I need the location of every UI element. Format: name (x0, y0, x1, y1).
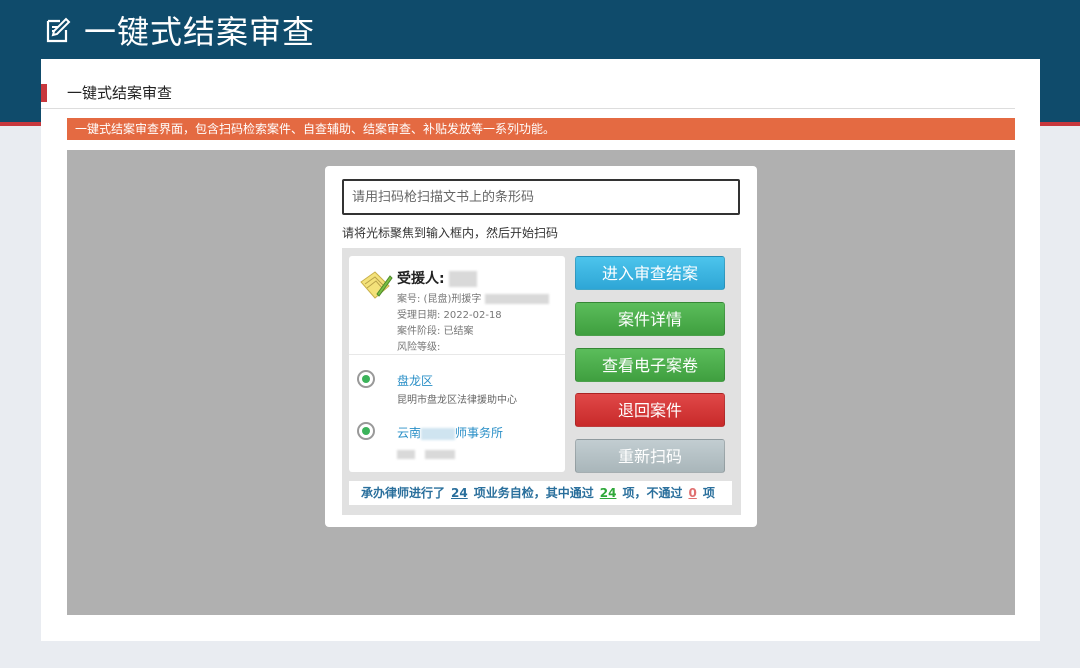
recipient-row: 受援人: (397, 268, 478, 288)
risk-level: 风险等级: (397, 342, 441, 353)
org-radio-1[interactable] (357, 370, 375, 388)
enter-review-button[interactable]: 进入审查结案 (575, 256, 725, 290)
main-panel: 一键式结案审查 一键式结案审查界面，包含扫码检索案件、自查辅助、结案审查、补贴发… (41, 59, 1040, 641)
case-card: 受援人: 案号: (昆盘)刑援字 受理日期: 2022-02-18 案件阶段: … (349, 256, 565, 472)
view-archive-button[interactable]: 查看电子案卷 (575, 348, 725, 382)
return-case-button[interactable]: 退回案件 (575, 393, 725, 427)
org-name-2-suffix: 师事务所 (455, 426, 504, 440)
section-header: 一键式结案审查 (41, 83, 1015, 109)
org-name-2: 云南 师事务所 (397, 424, 503, 441)
notepad-icon (360, 271, 393, 299)
org-name-2-redacted (421, 427, 456, 440)
org-sub-1: 昆明市盘龙区法律援助中心 (397, 395, 517, 406)
notice-banner: 一键式结案审查界面，包含扫码检索案件、自查辅助、结案审查、补贴发放等一系列功能。 (67, 118, 1015, 140)
barcode-input[interactable] (342, 179, 740, 215)
summary-failed[interactable]: 0 (688, 486, 696, 500)
modal-overlay: 请将光标聚焦到输入框内，然后开始扫码 受援人: 案号: (昆盘)刑援字 (67, 150, 1015, 615)
summary-mid: 项业务自检，其中通过 (473, 486, 594, 500)
org-radio-2[interactable] (357, 422, 375, 440)
scan-dialog: 请将光标聚焦到输入框内，然后开始扫码 受援人: 案号: (昆盘)刑援字 (325, 166, 757, 527)
card-divider (349, 354, 565, 355)
edit-note-icon (46, 17, 71, 43)
accept-date: 受理日期: 2022-02-18 (397, 310, 502, 321)
summary-prefix: 承办律师进行了 (361, 486, 446, 500)
summary-mid2: 项，不通过 (622, 486, 683, 500)
recipient-label: 受援人: (397, 271, 445, 287)
app-title-text: 一键式结案审查 (84, 13, 316, 51)
case-number-row: 案号: (昆盘)刑援字 (397, 290, 549, 305)
summary-suffix: 项 (702, 486, 715, 500)
case-panel: 受援人: 案号: (昆盘)刑援字 受理日期: 2022-02-18 案件阶段: … (342, 248, 741, 515)
org-name-1: 盘龙区 (397, 374, 434, 388)
section-marker (41, 84, 47, 102)
self-check-summary: 承办律师进行了 24 项业务自检，其中通过 24 项，不通过 0 项 (349, 481, 732, 505)
section-title: 一键式结案审查 (67, 84, 173, 102)
rescan-button[interactable]: 重新扫码 (575, 439, 725, 473)
case-stage: 案件阶段: 已结案 (397, 326, 474, 337)
summary-passed[interactable]: 24 (600, 486, 617, 500)
scan-hint: 请将光标聚焦到输入框内，然后开始扫码 (342, 226, 559, 240)
app-title: 一键式结案审查 (44, 8, 315, 52)
summary-total[interactable]: 24 (451, 486, 468, 500)
case-number-redacted (484, 294, 549, 304)
recipient-name-redacted (449, 271, 478, 287)
case-detail-button[interactable]: 案件详情 (575, 302, 725, 336)
org-name-2-prefix: 云南 (397, 426, 422, 440)
case-number: 案号: (昆盘)刑援字 (397, 294, 482, 305)
org-sub-2-redacted (397, 444, 455, 463)
